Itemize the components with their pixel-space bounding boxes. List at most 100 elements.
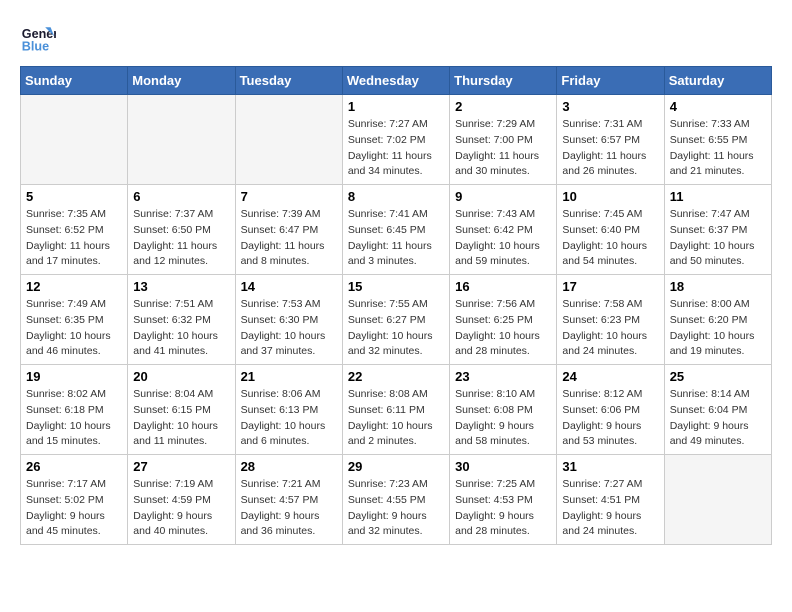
day-info: Sunrise: 8:04 AM Sunset: 6:15 PM Dayligh… [133,387,229,450]
weekday-header-row: SundayMondayTuesdayWednesdayThursdayFrid… [21,67,772,95]
calendar-cell [128,95,235,185]
day-info: Sunrise: 7:33 AM Sunset: 6:55 PM Dayligh… [670,117,766,180]
calendar-table: SundayMondayTuesdayWednesdayThursdayFrid… [20,66,772,545]
day-info: Sunrise: 7:21 AM Sunset: 4:57 PM Dayligh… [241,477,337,540]
calendar-cell: 19 Sunrise: 8:02 AM Sunset: 6:18 PM Dayli… [21,365,128,455]
day-info: Sunrise: 7:27 AM Sunset: 4:51 PM Dayligh… [562,477,658,540]
day-info: Sunrise: 7:27 AM Sunset: 7:02 PM Dayligh… [348,117,444,180]
day-number: 21 [241,369,337,384]
day-info: Sunrise: 8:02 AM Sunset: 6:18 PM Dayligh… [26,387,122,450]
calendar-cell: 28 Sunrise: 7:21 AM Sunset: 4:57 PM Dayli… [235,455,342,545]
calendar-cell: 21 Sunrise: 8:06 AM Sunset: 6:13 PM Dayli… [235,365,342,455]
calendar-cell: 13Sunrise: 7:51 AM Sunset: 6:32 PM Dayli… [128,275,235,365]
calendar-cell: 26 Sunrise: 7:17 AM Sunset: 5:02 PM Dayli… [21,455,128,545]
calendar-cell: 31 Sunrise: 7:27 AM Sunset: 4:51 PM Dayli… [557,455,664,545]
svg-text:Blue: Blue [22,40,49,54]
day-number: 18 [670,279,766,294]
day-info: Sunrise: 7:39 AM Sunset: 6:47 PM Dayligh… [241,207,337,270]
calendar-cell: 12 Sunrise: 7:49 AM Sunset: 6:35 PM Dayli… [21,275,128,365]
day-number: 12 [26,279,122,294]
day-number: 11 [670,189,766,204]
day-number: 9 [455,189,551,204]
day-info: Sunrise: 8:06 AM Sunset: 6:13 PM Dayligh… [241,387,337,450]
day-number: 5 [26,189,122,204]
day-info: Sunrise: 7:49 AM Sunset: 6:35 PM Dayligh… [26,297,122,360]
calendar-cell: 1 Sunrise: 7:27 AM Sunset: 7:02 PM Daylig… [342,95,449,185]
week-row-4: 19 Sunrise: 8:02 AM Sunset: 6:18 PM Dayli… [21,365,772,455]
calendar-cell: 2 Sunrise: 7:29 AM Sunset: 7:00 PM Daylig… [450,95,557,185]
week-row-3: 12 Sunrise: 7:49 AM Sunset: 6:35 PM Dayli… [21,275,772,365]
calendar-cell: 16Sunrise: 7:56 AM Sunset: 6:25 PM Dayli… [450,275,557,365]
day-number: 16 [455,279,551,294]
calendar-cell: 27Sunrise: 7:19 AM Sunset: 4:59 PM Dayli… [128,455,235,545]
calendar-cell: 23Sunrise: 8:10 AM Sunset: 6:08 PM Dayli… [450,365,557,455]
day-info: Sunrise: 7:25 AM Sunset: 4:53 PM Dayligh… [455,477,551,540]
day-number: 4 [670,99,766,114]
day-number: 30 [455,459,551,474]
week-row-1: 1 Sunrise: 7:27 AM Sunset: 7:02 PM Daylig… [21,95,772,185]
day-info: Sunrise: 8:12 AM Sunset: 6:06 PM Dayligh… [562,387,658,450]
day-info: Sunrise: 7:17 AM Sunset: 5:02 PM Dayligh… [26,477,122,540]
day-number: 26 [26,459,122,474]
calendar-cell: 9 Sunrise: 7:43 AM Sunset: 6:42 PM Daylig… [450,185,557,275]
day-info: Sunrise: 7:23 AM Sunset: 4:55 PM Dayligh… [348,477,444,540]
day-number: 24 [562,369,658,384]
weekday-header-friday: Friday [557,67,664,95]
day-info: Sunrise: 7:47 AM Sunset: 6:37 PM Dayligh… [670,207,766,270]
weekday-header-wednesday: Wednesday [342,67,449,95]
calendar-cell: 15 Sunrise: 7:55 AM Sunset: 6:27 PM Dayli… [342,275,449,365]
day-number: 28 [241,459,337,474]
day-number: 13 [133,279,229,294]
day-number: 27 [133,459,229,474]
day-info: Sunrise: 7:58 AM Sunset: 6:23 PM Dayligh… [562,297,658,360]
day-info: Sunrise: 8:14 AM Sunset: 6:04 PM Dayligh… [670,387,766,450]
weekday-header-sunday: Sunday [21,67,128,95]
calendar-cell: 30 Sunrise: 7:25 AM Sunset: 4:53 PM Dayli… [450,455,557,545]
weekday-header-saturday: Saturday [664,67,771,95]
day-number: 31 [562,459,658,474]
logo: General Blue [20,20,62,56]
calendar-cell: 6Sunrise: 7:37 AM Sunset: 6:50 PM Daylig… [128,185,235,275]
day-info: Sunrise: 7:53 AM Sunset: 6:30 PM Dayligh… [241,297,337,360]
calendar-cell [235,95,342,185]
calendar-cell: 20 Sunrise: 8:04 AM Sunset: 6:15 PM Dayli… [128,365,235,455]
day-number: 23 [455,369,551,384]
day-info: Sunrise: 7:41 AM Sunset: 6:45 PM Dayligh… [348,207,444,270]
day-number: 20 [133,369,229,384]
day-number: 29 [348,459,444,474]
day-number: 15 [348,279,444,294]
calendar-cell: 17 Sunrise: 7:58 AM Sunset: 6:23 PM Dayli… [557,275,664,365]
day-info: Sunrise: 7:45 AM Sunset: 6:40 PM Dayligh… [562,207,658,270]
calendar-cell: 4 Sunrise: 7:33 AM Sunset: 6:55 PM Daylig… [664,95,771,185]
week-row-2: 5Sunrise: 7:35 AM Sunset: 6:52 PM Daylig… [21,185,772,275]
day-number: 19 [26,369,122,384]
logo-icon: General Blue [20,20,56,56]
day-number: 2 [455,99,551,114]
calendar-cell: 25Sunrise: 8:14 AM Sunset: 6:04 PM Dayli… [664,365,771,455]
calendar-cell: 3Sunrise: 7:31 AM Sunset: 6:57 PM Daylig… [557,95,664,185]
weekday-header-monday: Monday [128,67,235,95]
calendar-cell: 18 Sunrise: 8:00 AM Sunset: 6:20 PM Dayli… [664,275,771,365]
calendar-cell: 7 Sunrise: 7:39 AM Sunset: 6:47 PM Daylig… [235,185,342,275]
day-info: Sunrise: 8:00 AM Sunset: 6:20 PM Dayligh… [670,297,766,360]
day-info: Sunrise: 7:55 AM Sunset: 6:27 PM Dayligh… [348,297,444,360]
calendar-cell [664,455,771,545]
calendar-cell: 10 Sunrise: 7:45 AM Sunset: 6:40 PM Dayli… [557,185,664,275]
day-number: 8 [348,189,444,204]
day-number: 7 [241,189,337,204]
calendar-cell [21,95,128,185]
day-number: 10 [562,189,658,204]
day-info: Sunrise: 8:08 AM Sunset: 6:11 PM Dayligh… [348,387,444,450]
day-info: Sunrise: 7:43 AM Sunset: 6:42 PM Dayligh… [455,207,551,270]
header: General Blue [20,20,772,56]
day-number: 22 [348,369,444,384]
weekday-header-thursday: Thursday [450,67,557,95]
week-row-5: 26 Sunrise: 7:17 AM Sunset: 5:02 PM Dayli… [21,455,772,545]
day-info: Sunrise: 7:29 AM Sunset: 7:00 PM Dayligh… [455,117,551,180]
calendar-cell: 29 Sunrise: 7:23 AM Sunset: 4:55 PM Dayli… [342,455,449,545]
day-number: 6 [133,189,229,204]
day-info: Sunrise: 7:31 AM Sunset: 6:57 PM Dayligh… [562,117,658,180]
day-number: 17 [562,279,658,294]
day-number: 1 [348,99,444,114]
calendar-cell: 5Sunrise: 7:35 AM Sunset: 6:52 PM Daylig… [21,185,128,275]
